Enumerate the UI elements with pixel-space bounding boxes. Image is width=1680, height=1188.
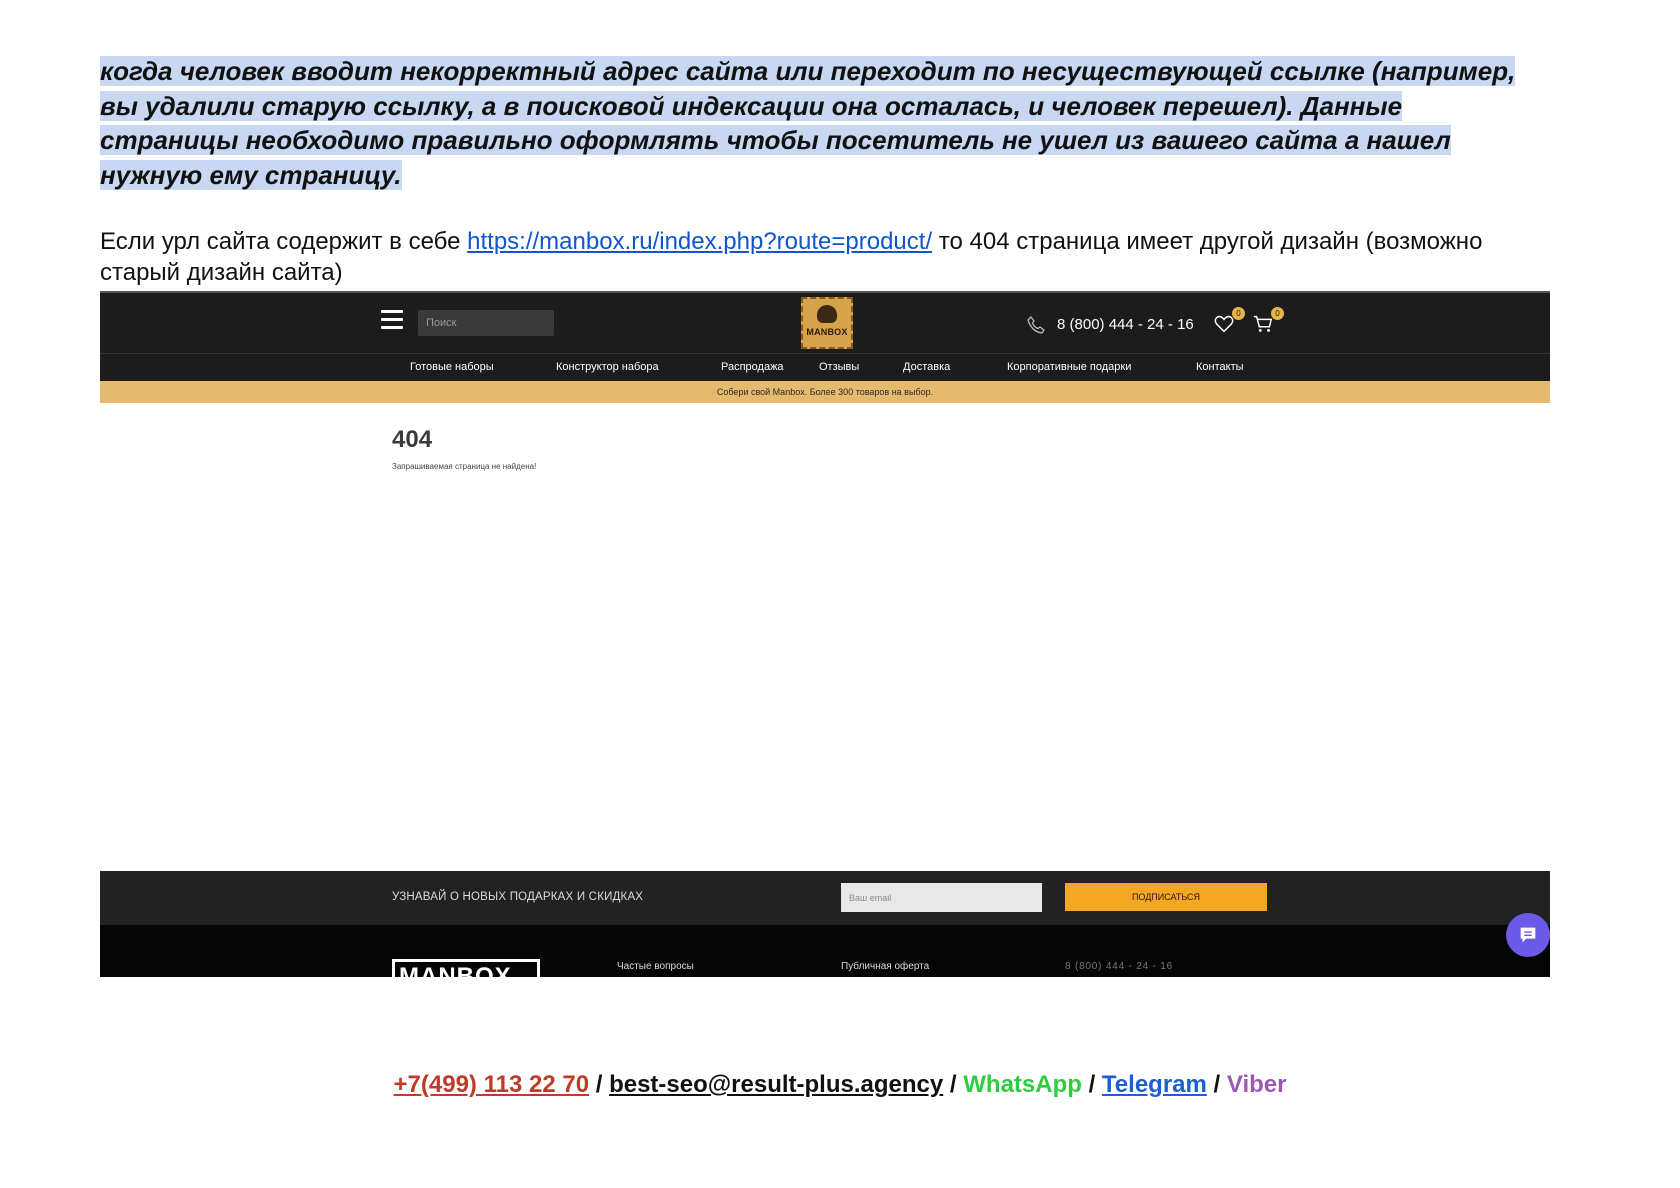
product-route-link[interactable]: https://manbox.ru/index.php?route=produc… (467, 228, 932, 255)
nav-item-ready-sets[interactable]: Готовые наборы (410, 361, 494, 373)
nav-item-sale[interactable]: Распродажа (721, 361, 784, 373)
header-phone[interactable]: 8 (800) 444 - 24 - 16 (1057, 316, 1194, 333)
search-input[interactable] (418, 310, 554, 336)
contact-phone-link[interactable]: +7(499) 113 22 70 (394, 1071, 590, 1098)
chat-bubble-icon (1520, 927, 1536, 943)
separator: / (943, 1071, 964, 1098)
footer-link-faq[interactable]: Частые вопросы (617, 961, 694, 972)
promo-banner: Собери свой Manbox. Более 300 товаров на… (100, 381, 1550, 403)
url-note-text: Если урл сайта содержит в себе (100, 228, 468, 255)
nav-item-reviews[interactable]: Отзывы (819, 361, 859, 373)
nav-item-delivery[interactable]: Доставка (903, 361, 950, 373)
nav-item-constructor[interactable]: Конструктор набора (556, 361, 659, 373)
phone-icon (1027, 316, 1045, 334)
error-code: 404 (392, 426, 433, 453)
site-screenshot: MANBOX 8 (800) 444 - 24 - 16 0 0 Готовые… (100, 291, 1550, 977)
subscribe-button[interactable]: ПОДПИСАТЬСЯ (1065, 883, 1267, 911)
manbox-logo[interactable]: MANBOX (801, 297, 853, 349)
chat-widget-button[interactable] (1506, 913, 1550, 957)
footer-link-offer[interactable]: Публичная оферта (841, 961, 929, 972)
contacts-line: +7(499) 113 22 70 / best-seo@result-plus… (0, 1071, 1680, 1099)
footer-logo[interactable]: MANBOX (392, 959, 540, 977)
nav-item-contacts[interactable]: Контакты (1196, 361, 1244, 373)
intro-line: когда человек вводит некорректный адрес … (100, 56, 1516, 86)
footer-logo-text: MANBOX (399, 963, 512, 977)
email-field[interactable] (841, 883, 1042, 912)
nav-item-corporate[interactable]: Корпоративные подарки (1007, 361, 1131, 373)
wishlist-heart-icon[interactable]: 0 (1213, 307, 1245, 337)
telegram-link[interactable]: Telegram (1102, 1071, 1207, 1098)
logo-mascot-icon (817, 305, 837, 323)
separator: / (589, 1071, 610, 1098)
cart-icon[interactable]: 0 (1252, 307, 1284, 337)
intro-line: страницы необходимо правильно оформлять … (100, 125, 1451, 155)
subscribe-bar: УЗНАВАЙ О НОВЫХ ПОДАРКАХ И СКИДКАХ ПОДПИ… (100, 871, 1550, 925)
intro-paragraph: когда человек вводит некорректный адрес … (100, 54, 1560, 192)
cart-count-badge: 0 (1271, 307, 1284, 320)
logo-text: MANBOX (806, 327, 848, 337)
hamburger-menu-icon[interactable] (381, 310, 403, 329)
whatsapp-link[interactable]: WhatsApp (963, 1071, 1082, 1098)
separator: / (1206, 1071, 1227, 1098)
site-header: MANBOX 8 (800) 444 - 24 - 16 0 0 (100, 291, 1550, 353)
url-note-paragraph: Если урл сайта содержит в себе https://m… (100, 226, 1560, 288)
intro-line: вы удалили старую ссылку, а в поисковой … (100, 90, 1403, 121)
subscribe-title: УЗНАВАЙ О НОВЫХ ПОДАРКАХ И СКИДКАХ (392, 891, 644, 903)
intro-line: нужную ему страницу. (100, 159, 402, 190)
separator: / (1081, 1071, 1102, 1098)
wishlist-count-badge: 0 (1232, 307, 1245, 320)
footer-phone[interactable]: 8 (800) 444 - 24 - 16 (1065, 961, 1173, 972)
site-footer: MANBOX Частые вопросы Публичная оферта 8… (100, 925, 1550, 977)
viber-link[interactable]: Viber (1227, 1071, 1287, 1098)
main-nav: Готовые наборы Конструктор набора Распро… (100, 353, 1550, 381)
error-message: Запрашиваемая страница не найдена! (392, 462, 537, 471)
contact-email-link[interactable]: best-seo@result-plus.agency (609, 1071, 943, 1098)
